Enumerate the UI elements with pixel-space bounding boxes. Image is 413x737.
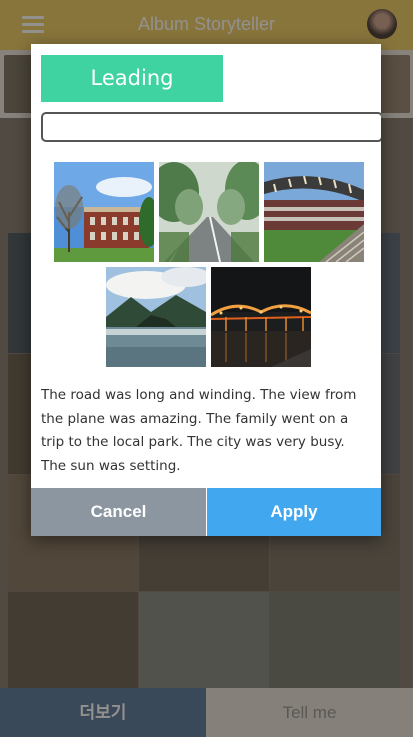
apply-button[interactable]: Apply — [207, 488, 381, 536]
cancel-button[interactable]: Cancel — [31, 488, 206, 536]
photo-thumbnail[interactable] — [54, 162, 154, 262]
dialog-actions: Cancel Apply — [31, 488, 381, 536]
photo-thumbnail[interactable] — [106, 267, 206, 367]
leading-sentence-dialog: Leading sentence — [31, 44, 381, 536]
story-text: The road was long and winding. The view … — [41, 387, 357, 474]
photo-thumbnail[interactable] — [159, 162, 259, 262]
leading-sentence-input[interactable] — [41, 112, 381, 142]
dialog-title: Leading sentence — [41, 55, 223, 137]
photo-thumbnail[interactable] — [264, 162, 364, 262]
photo-thumbnail[interactable] — [211, 267, 311, 367]
